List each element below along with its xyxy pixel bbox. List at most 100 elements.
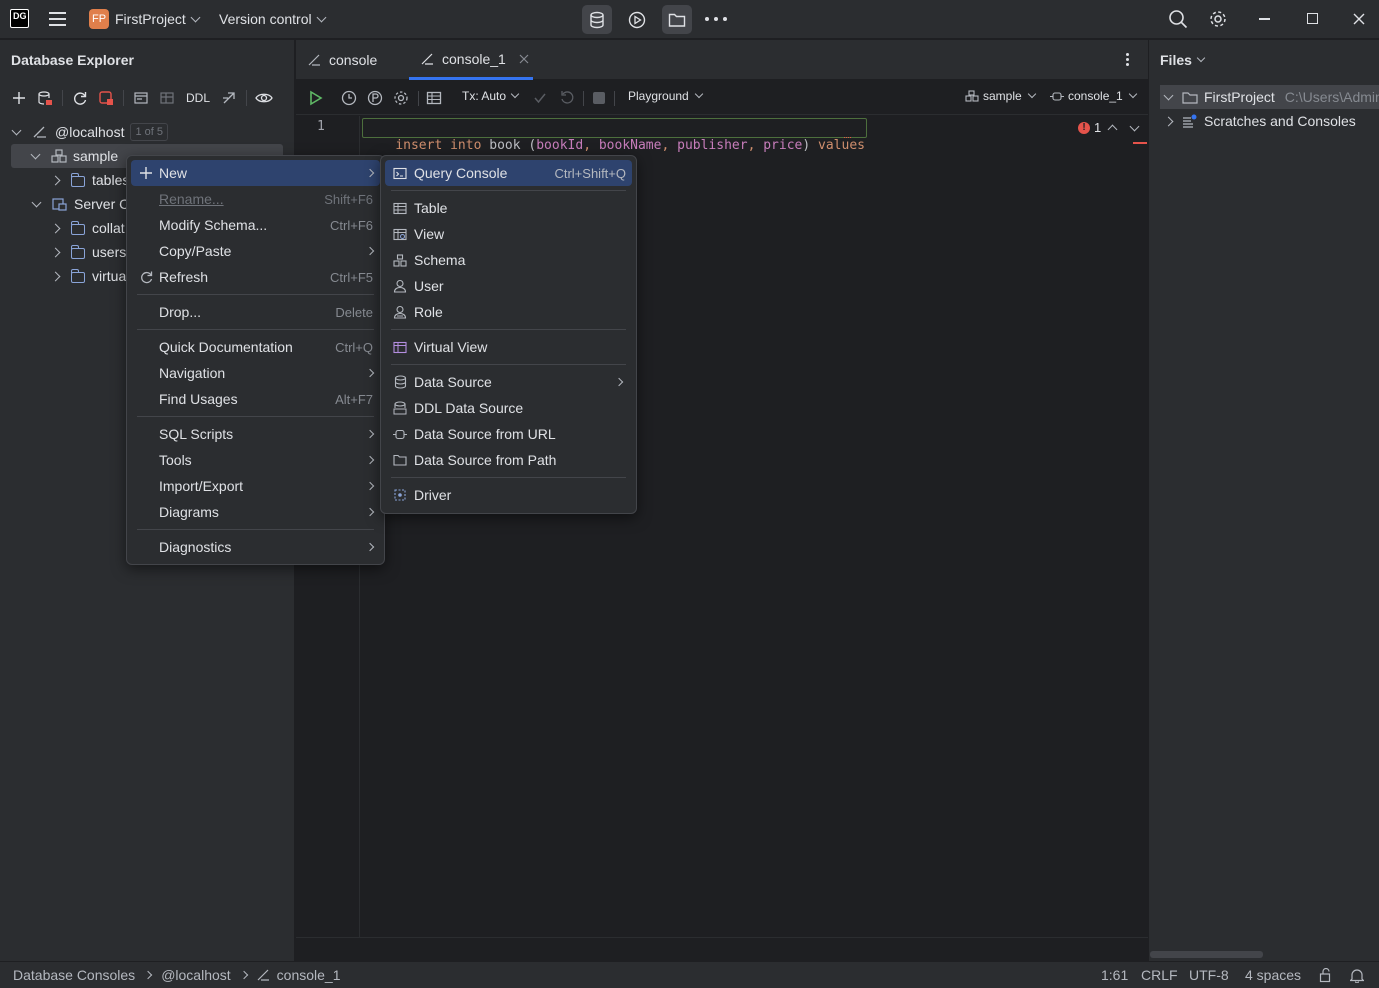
next-problem-icon[interactable]: [1129, 121, 1140, 132]
close-window-icon[interactable]: [1352, 12, 1366, 26]
previous-problem-icon[interactable]: [1107, 124, 1118, 135]
files-tool-button[interactable]: [662, 5, 692, 34]
session-dropdown[interactable]: console_1: [1050, 89, 1137, 103]
menu-item-tools[interactable]: Tools: [131, 447, 380, 473]
menu-item-navigation[interactable]: Navigation: [131, 360, 380, 386]
menu-item-copy-paste[interactable]: Copy/Paste: [131, 238, 380, 264]
line-separator[interactable]: CRLF: [1141, 967, 1178, 983]
stop-icon[interactable]: [593, 92, 605, 104]
submenu-item-data-source-path[interactable]: Data Source from Path: [385, 447, 632, 473]
breadcrumb-item[interactable]: @localhost: [161, 967, 230, 983]
menu-item-sql-scripts[interactable]: SQL Scripts: [131, 421, 380, 447]
tree-node-localhost[interactable]: @localhost 1 of 5: [11, 120, 283, 144]
menu-item-refresh[interactable]: Refresh Ctrl+F5: [131, 264, 380, 290]
tree-node-first-project[interactable]: FirstProject C:\Users\Admin: [1160, 85, 1379, 109]
chevron-right-icon: [50, 223, 61, 233]
tree-node-tables[interactable]: tables: [50, 168, 129, 192]
code-line[interactable]: insert into book (bookId, bookName, publ…: [362, 118, 867, 153]
menu-item-diagnostics[interactable]: Diagnostics: [131, 534, 380, 560]
version-control-menu[interactable]: Version control: [213, 5, 331, 33]
submenu-item-ddl-data-source[interactable]: DDL Data Source: [385, 395, 632, 421]
project-selector[interactable]: FP FirstProject: [83, 5, 205, 33]
table-icon[interactable]: [155, 86, 179, 110]
history-icon[interactable]: [341, 90, 357, 109]
services-tool-button[interactable]: [622, 5, 652, 34]
files-panel-title[interactable]: Files: [1160, 52, 1206, 68]
breadcrumb-item[interactable]: Database Consoles: [13, 967, 135, 983]
code-keyword: insert: [395, 138, 443, 153]
submenu-item-role[interactable]: Role: [385, 299, 632, 325]
disconnect-icon[interactable]: [94, 86, 118, 110]
tab-console[interactable]: console: [308, 40, 377, 80]
add-icon[interactable]: [7, 86, 31, 110]
data-source-properties-icon[interactable]: [33, 86, 57, 110]
more-tools-icon[interactable]: [705, 17, 727, 21]
submenu-item-query-console[interactable]: Query Console Ctrl+Shift+Q: [385, 160, 632, 186]
console-icon: [393, 166, 407, 180]
folder-icon: [70, 173, 85, 187]
main-menu-icon[interactable]: [49, 12, 66, 26]
menu-item-rename[interactable]: Rename... Shift+F6: [131, 186, 380, 212]
console-icon[interactable]: [129, 86, 153, 110]
execute-icon[interactable]: [309, 90, 323, 109]
close-tab-icon[interactable]: [519, 54, 529, 64]
tree-node-virtual[interactable]: virtua: [50, 264, 126, 288]
menu-item-new[interactable]: New: [131, 160, 380, 186]
gear-icon[interactable]: [1208, 9, 1228, 29]
tree-node-users[interactable]: users: [50, 240, 126, 264]
indent-setting[interactable]: 4 spaces: [1245, 967, 1301, 983]
submenu-item-user[interactable]: User: [385, 273, 632, 299]
menu-item-modify-schema[interactable]: Modify Schema... Ctrl+F6: [131, 212, 380, 238]
ddl-button[interactable]: DDL: [181, 91, 215, 105]
code-column: bookId: [536, 138, 584, 153]
chevron-down-icon: [510, 89, 520, 99]
submenu-item-table[interactable]: Table: [385, 195, 632, 221]
submenu-item-driver[interactable]: Driver: [385, 482, 632, 508]
horizontal-scrollbar[interactable]: [1150, 951, 1263, 958]
play-circle-icon: [628, 11, 646, 28]
breadcrumb-item[interactable]: console_1: [277, 967, 341, 983]
role-icon: [393, 305, 407, 319]
results-table-icon[interactable]: [426, 90, 442, 109]
lock-icon[interactable]: [1319, 967, 1333, 986]
jump-to-icon[interactable]: [217, 86, 241, 110]
tx-mode-dropdown[interactable]: Tx: Auto: [462, 89, 520, 103]
maximize-window-icon[interactable]: [1307, 13, 1318, 24]
refresh-icon[interactable]: [68, 86, 92, 110]
notifications-icon[interactable]: [1349, 968, 1365, 986]
submenu-item-data-source[interactable]: Data Source: [385, 369, 632, 395]
database-tool-button[interactable]: [582, 5, 612, 34]
menu-item-import-export[interactable]: Import/Export: [131, 473, 380, 499]
menu-item-drop[interactable]: Drop... Delete: [131, 299, 380, 325]
explain-plan-icon[interactable]: [367, 90, 383, 109]
tree-node-server-objects[interactable]: Server C: [31, 192, 129, 216]
eye-icon[interactable]: [252, 86, 276, 110]
app-logo[interactable]: DG: [10, 9, 29, 28]
minimize-window-icon[interactable]: [1259, 18, 1270, 20]
submenu-item-data-source-url[interactable]: Data Source from URL: [385, 421, 632, 447]
playground-dropdown[interactable]: Playground: [628, 89, 703, 103]
vcs-label: Version control: [219, 11, 312, 27]
project-name: FirstProject: [115, 11, 186, 27]
tree-node-scratches[interactable]: Scratches and Consoles: [1163, 109, 1356, 133]
tab-options-icon[interactable]: [1126, 53, 1130, 67]
tab-console-1[interactable]: console_1: [409, 40, 533, 80]
rollback-icon[interactable]: [559, 90, 575, 109]
caret-position[interactable]: 1:61: [1101, 967, 1128, 983]
commit-icon[interactable]: [533, 91, 547, 108]
submenu-item-schema[interactable]: Schema: [385, 247, 632, 273]
tree-node-collations[interactable]: collat: [50, 216, 125, 240]
menu-item-diagrams[interactable]: Diagrams: [131, 499, 380, 525]
problems-indicator[interactable]: ! 1: [1078, 120, 1101, 135]
search-icon[interactable]: [1168, 9, 1188, 29]
schema-dropdown[interactable]: sample: [965, 89, 1036, 103]
error-stripe-mark[interactable]: [1133, 142, 1147, 144]
submenu-item-view[interactable]: View: [385, 221, 632, 247]
menu-item-find-usages[interactable]: Find Usages Alt+F7: [131, 386, 380, 412]
settings-icon[interactable]: [393, 90, 409, 109]
submenu-item-virtual-view[interactable]: Virtual View: [385, 334, 632, 360]
driver-icon: [393, 488, 407, 502]
chevron-down-icon: [1163, 90, 1174, 100]
menu-item-quick-documentation[interactable]: Quick Documentation Ctrl+Q: [131, 334, 380, 360]
file-encoding[interactable]: UTF-8: [1189, 967, 1229, 983]
